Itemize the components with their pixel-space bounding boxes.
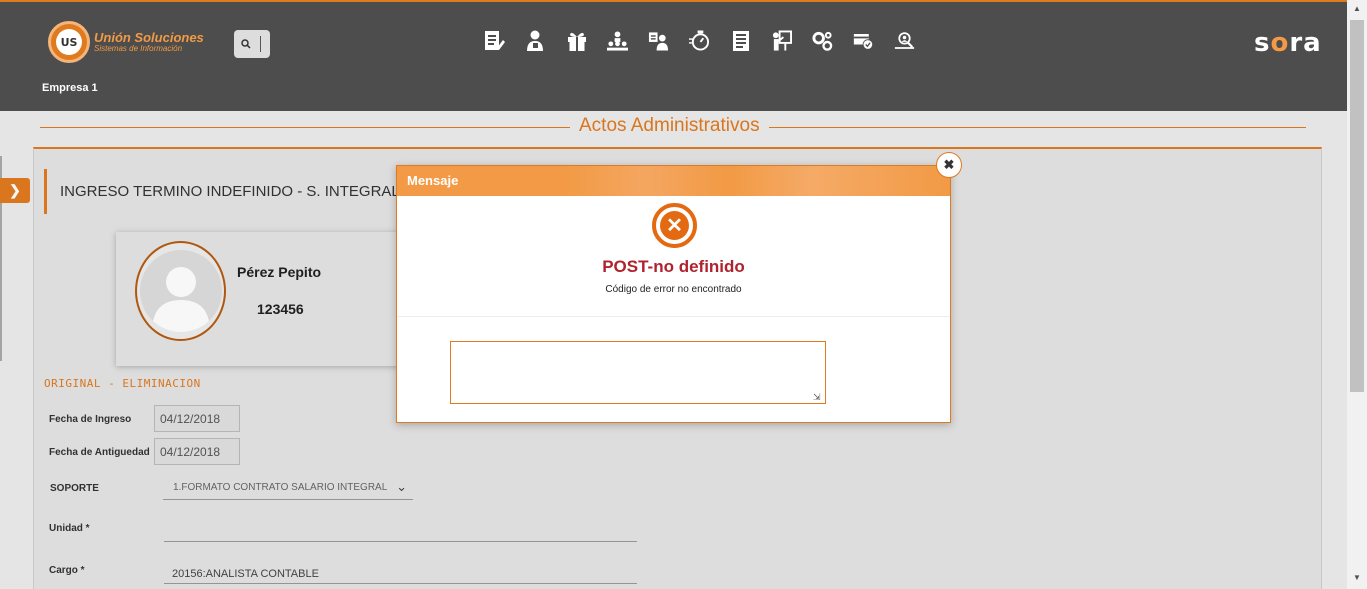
close-icon: ✖ [943,157,955,172]
scroll-thumb[interactable] [1350,20,1364,392]
page-scrollbar[interactable]: ▲ ▼ [1347,0,1367,589]
logo-badge: US [48,21,90,63]
close-dialog-button[interactable]: ✖ [936,152,962,178]
error-subtitle: Código de error no encontrado [605,284,742,295]
scroll-down-arrow-icon[interactable]: ▼ [1353,573,1361,582]
top-header: US Unión Soluciones Sistemas de Informac… [0,0,1347,111]
error-icon: ✕ [652,203,697,248]
error-title: POST-no definido [602,257,745,276]
message-dialog: Mensaje ✕ POST-no definido Código de err… [396,165,951,423]
search-divider [260,36,261,52]
company-logo[interactable]: US Unión Soluciones Sistemas de Informac… [48,21,204,63]
main-nav [484,28,915,53]
employee-icon[interactable] [525,28,546,53]
settings-gears-icon[interactable] [812,28,833,53]
documents-edit-icon[interactable] [484,28,505,53]
training-icon[interactable] [771,28,792,53]
resize-grip-icon[interactable]: ⇲ [813,392,821,403]
company-name: Empresa 1 [42,82,98,94]
report-icon[interactable] [730,28,751,53]
org-chart-icon[interactable] [607,28,628,53]
logo-subtitle: Sistemas de Información [94,44,183,53]
dialog-divider [397,316,950,317]
gift-icon[interactable] [566,28,587,53]
sora-brand-logo: sora [1254,28,1322,58]
timer-icon[interactable] [689,28,710,53]
search-icon [241,39,251,49]
verified-icon[interactable] [853,28,874,53]
team-icon[interactable] [648,28,669,53]
logo-badge-text: US [56,29,82,55]
dialog-header: Mensaje [397,166,950,196]
search-button[interactable] [234,30,270,58]
search-people-icon[interactable] [894,28,915,53]
logo-title: Unión Soluciones [94,30,204,45]
message-textarea[interactable] [450,341,826,404]
scroll-up-arrow-icon[interactable]: ▲ [1353,4,1361,13]
